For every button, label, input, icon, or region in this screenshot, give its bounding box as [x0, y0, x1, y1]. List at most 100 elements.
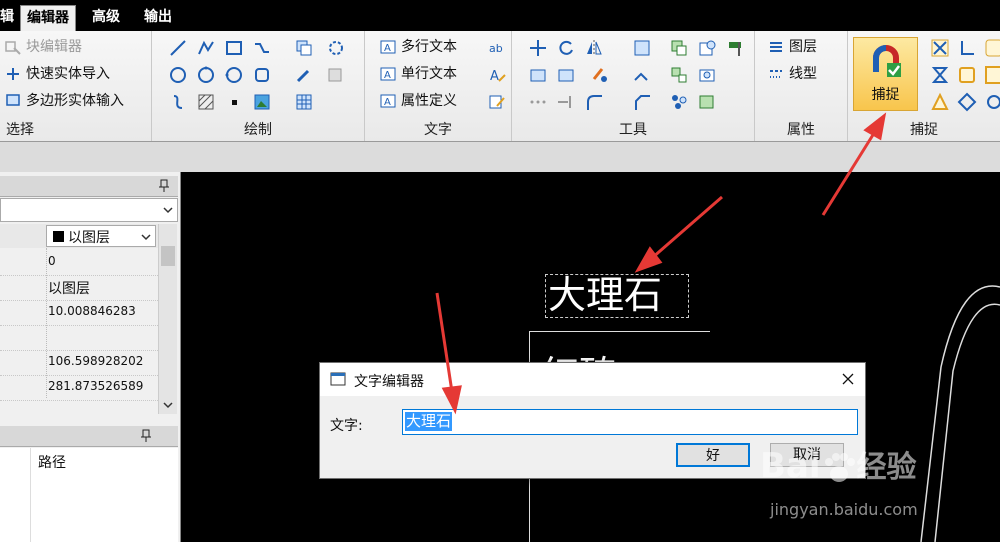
menu-tab-partial[interactable]: 辑: [0, 5, 20, 31]
snap-nearest-tool[interactable]: [982, 91, 1000, 113]
close-icon[interactable]: [841, 372, 855, 386]
trim-tool[interactable]: [554, 91, 578, 113]
snap-quadrant-tool[interactable]: [982, 64, 1000, 86]
scatter-tool[interactable]: [667, 91, 691, 113]
text-field-value[interactable]: 大理石: [405, 412, 453, 431]
ellipse-tool[interactable]: [250, 64, 274, 86]
export-tool[interactable]: [695, 91, 719, 113]
arc-tool[interactable]: [222, 64, 246, 86]
drawing-canvas[interactable]: 大理石 红砖: [181, 172, 1000, 542]
block-tool[interactable]: [695, 37, 719, 59]
rectangle-icon: [226, 41, 242, 55]
canvas-text-primary[interactable]: 大理石: [548, 273, 662, 317]
fillet-tool[interactable]: [582, 91, 606, 113]
linetype-button[interactable]: 线型: [767, 63, 817, 85]
block-icon: [699, 40, 716, 56]
snap-tangent-tool[interactable]: [928, 91, 952, 113]
snap-button[interactable]: 捕捉: [853, 37, 918, 111]
group-text-label: 文字: [424, 122, 452, 138]
copy-tool[interactable]: [292, 37, 316, 59]
snap-perp-tool[interactable]: [955, 37, 979, 59]
text-find-tool[interactable]: [485, 91, 509, 113]
text-field[interactable]: 大理石: [402, 409, 858, 435]
polyline-tool[interactable]: [194, 37, 218, 59]
polygon-entity-input-label: 多边形实体输入: [26, 93, 124, 109]
text-edit-tool[interactable]: A: [485, 64, 509, 86]
circle-tool[interactable]: [166, 64, 190, 86]
table-tool[interactable]: [292, 91, 316, 113]
snap-intersection-tool[interactable]: [928, 64, 952, 86]
hatch-tool[interactable]: [194, 91, 218, 113]
watermark-brand: Bai: [760, 446, 821, 486]
line-tool[interactable]: [166, 37, 190, 59]
array-tool[interactable]: [630, 37, 654, 59]
move-tool[interactable]: [526, 37, 550, 59]
group-tools-label: 工具: [619, 122, 647, 138]
chamfer-icon: [635, 95, 650, 110]
properties-scrollbar[interactable]: [158, 224, 177, 414]
arc-icon: [225, 67, 242, 83]
paint-tool[interactable]: [588, 64, 612, 86]
explode-tool[interactable]: [630, 64, 654, 86]
rectangle-tool[interactable]: [222, 37, 246, 59]
flag-tool[interactable]: [723, 37, 747, 59]
revcloud-tool[interactable]: [166, 91, 190, 113]
magnet-icon: [872, 45, 901, 77]
dots-tool[interactable]: [526, 91, 550, 113]
snap-center-tool[interactable]: [955, 64, 979, 86]
paint-icon: [592, 68, 607, 82]
selected-text-box[interactable]: 大理石: [545, 273, 689, 318]
point-tool[interactable]: [222, 91, 246, 113]
menu-tab-editor[interactable]: 编辑器: [20, 5, 76, 31]
ok-button[interactable]: 好: [676, 443, 750, 467]
block-editor-icon: [5, 41, 21, 55]
entity-selector[interactable]: [0, 198, 178, 222]
linetype-label: 线型: [789, 66, 817, 82]
group-text: A 多行文本 A 单行文本 A 属性定义 ab A 文字: [365, 31, 512, 141]
polygon-entity-input-button[interactable]: 多边形实体输入: [4, 90, 124, 112]
color-value: 以图层: [68, 230, 110, 246]
attdef-button[interactable]: A 属性定义: [379, 90, 457, 112]
layer-button[interactable]: 图层: [767, 36, 817, 58]
image-tool[interactable]: [250, 91, 274, 113]
linetype-icon: [770, 70, 782, 78]
pin-icon[interactable]: [140, 429, 152, 443]
menu-tab-advanced[interactable]: 高级: [86, 5, 126, 31]
watermark-brand2: 经验: [856, 450, 917, 485]
scroll-down-icon[interactable]: [163, 400, 173, 410]
svg-text:A: A: [384, 97, 391, 108]
scale-tool[interactable]: [526, 64, 550, 86]
pin-icon[interactable]: [158, 179, 170, 193]
stext-label: 单行文本: [401, 66, 457, 82]
polyline-icon: [198, 40, 214, 55]
menu-tab-output[interactable]: 输出: [138, 5, 178, 31]
gradient-tool[interactable]: [324, 64, 348, 86]
quick-entity-import-button[interactable]: 快速实体导入: [4, 63, 110, 85]
rotate-tool[interactable]: [554, 37, 578, 59]
chamfer-tool[interactable]: [630, 91, 654, 113]
snap-endpoint-tool[interactable]: [928, 37, 952, 59]
block-editor-button[interactable]: 块编辑器: [4, 36, 82, 58]
circle-3p-tool[interactable]: [194, 64, 218, 86]
image-icon: [254, 94, 270, 110]
gear-tool[interactable]: [324, 37, 348, 59]
spline-tool[interactable]: [250, 37, 274, 59]
snap-node-tool[interactable]: [955, 91, 979, 113]
stext-button[interactable]: A 单行文本: [379, 63, 457, 85]
mirror-tool[interactable]: [582, 37, 606, 59]
watermark-logo: Bai 经验: [760, 442, 917, 486]
mtext-button[interactable]: A 多行文本: [379, 36, 457, 58]
insert-block-tool[interactable]: [695, 64, 719, 86]
scrollbar-thumb[interactable]: [161, 246, 175, 266]
group-select: 块编辑器 快速实体导入 多边形实体输入 选择: [0, 31, 152, 141]
stext-icon: A: [380, 67, 396, 81]
text-style-tool[interactable]: ab: [485, 37, 509, 59]
ungroup-tool[interactable]: [667, 64, 691, 86]
snap-mid-tool[interactable]: [982, 37, 1000, 59]
brush-tool[interactable]: [292, 64, 316, 86]
color-dropdown[interactable]: 以图层: [46, 225, 156, 247]
svg-text:A: A: [384, 43, 391, 54]
path-column-header[interactable]: 路径: [38, 452, 66, 472]
stretch-tool[interactable]: [554, 64, 578, 86]
group-tool[interactable]: [667, 37, 691, 59]
